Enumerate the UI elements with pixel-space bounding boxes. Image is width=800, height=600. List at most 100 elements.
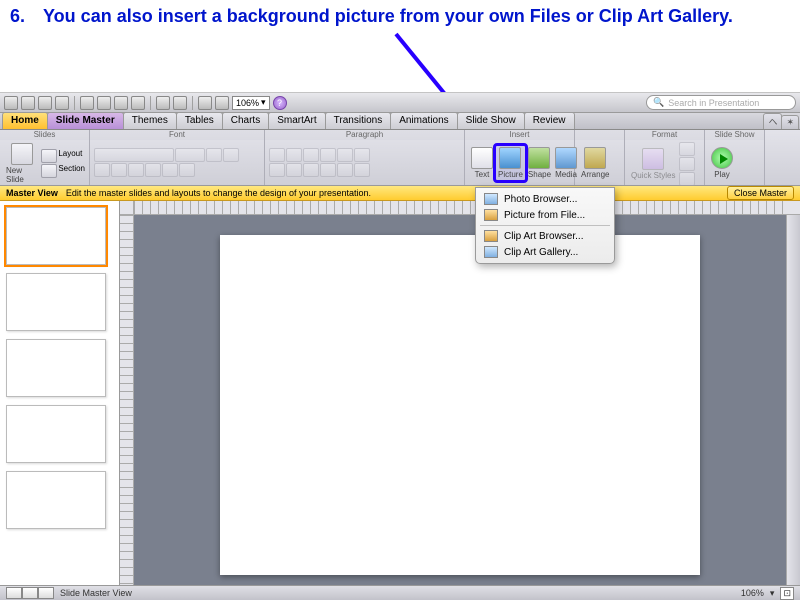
ribbon-tab-bar: Home Slide Master Themes Tables Charts S… — [0, 113, 800, 130]
paste-icon[interactable] — [114, 96, 128, 110]
indent-more-button[interactable] — [320, 148, 336, 162]
align-right-button[interactable] — [303, 163, 319, 177]
undo-icon[interactable] — [156, 96, 170, 110]
ribbon-group-insert: Insert Text Picture Shape Media — [465, 130, 575, 185]
status-zoom-label: 106% — [741, 588, 764, 598]
horizontal-ruler[interactable] — [134, 201, 786, 215]
share-icon[interactable] — [215, 96, 229, 110]
redo-icon[interactable] — [173, 96, 187, 110]
menu-clip-art-browser[interactable]: Clip Art Browser... — [476, 228, 614, 244]
indent-less-button[interactable] — [303, 148, 319, 162]
grow-font-button[interactable] — [206, 148, 222, 162]
tab-themes[interactable]: Themes — [123, 112, 177, 129]
slideshow-view-button[interactable] — [38, 587, 54, 599]
collapse-ribbon-icon[interactable]: ヘ — [763, 113, 782, 129]
save-icon[interactable] — [38, 96, 52, 110]
italic-button[interactable] — [111, 163, 127, 177]
columns-button[interactable] — [337, 163, 353, 177]
thumbnail-layout-3[interactable] — [6, 405, 106, 463]
quick-styles-button[interactable]: Quick Styles — [629, 147, 677, 181]
fill-button[interactable] — [679, 142, 695, 156]
thumbnail-master[interactable] — [6, 207, 106, 265]
numbering-button[interactable] — [286, 148, 302, 162]
font-color-button[interactable] — [162, 163, 178, 177]
tab-slide-master[interactable]: Slide Master — [47, 112, 124, 129]
tab-tables[interactable]: Tables — [176, 112, 223, 129]
master-view-infobar: Master View Edit the master slides and l… — [0, 186, 800, 201]
slide-canvas-area[interactable] — [134, 215, 786, 585]
group-title-paragraph: Paragraph — [265, 130, 464, 140]
align-left-button[interactable] — [269, 163, 285, 177]
shrink-font-button[interactable] — [223, 148, 239, 162]
instruction-body: You can also insert a background picture… — [43, 6, 733, 26]
menu-picture-from-file[interactable]: Picture from File... — [476, 207, 614, 223]
picture-dropdown-menu: Photo Browser... Picture from File... Cl… — [475, 187, 615, 264]
text-direction-button[interactable] — [354, 148, 370, 162]
close-master-button[interactable]: Close Master — [727, 186, 794, 200]
group-title-slides: Slides — [0, 130, 89, 140]
slide-thumbnail-panel[interactable] — [0, 201, 120, 585]
bullets-button[interactable] — [269, 148, 285, 162]
tab-animations[interactable]: Animations — [390, 112, 457, 129]
tab-home[interactable]: Home — [2, 112, 48, 129]
search-icon: 🔍 — [653, 97, 664, 108]
tab-slide-show[interactable]: Slide Show — [457, 112, 525, 129]
thumbnail-layout-2[interactable] — [6, 339, 106, 397]
show-icon[interactable] — [198, 96, 212, 110]
format-painter-icon[interactable] — [131, 96, 145, 110]
slide-master-canvas[interactable] — [220, 235, 700, 575]
zoom-field[interactable]: 106%▾ — [232, 96, 270, 110]
tab-smartart[interactable]: SmartArt — [268, 112, 325, 129]
ribbon-group-paragraph: Paragraph — [265, 130, 465, 185]
normal-view-button[interactable] — [6, 587, 22, 599]
arrange-button[interactable]: Arrange — [579, 146, 611, 180]
copy-icon[interactable] — [97, 96, 111, 110]
underline-button[interactable] — [128, 163, 144, 177]
cut-icon[interactable] — [80, 96, 94, 110]
zoom-value: 106% — [236, 98, 259, 108]
tab-review[interactable]: Review — [524, 112, 575, 129]
section-button[interactable] — [41, 164, 57, 178]
thumbnail-layout-4[interactable] — [6, 471, 106, 529]
thumbnail-layout-1[interactable] — [6, 273, 106, 331]
print-icon[interactable] — [55, 96, 69, 110]
fit-button[interactable]: ⊡ — [780, 587, 794, 600]
zoom-out-button[interactable]: ▾ — [770, 588, 775, 599]
sorter-view-button[interactable] — [22, 587, 38, 599]
line-spacing-button[interactable] — [337, 148, 353, 162]
group-title-font: Font — [90, 130, 264, 140]
picture-button[interactable]: Picture — [496, 146, 525, 180]
shape-button[interactable]: Shape — [526, 146, 553, 180]
new-slide-button[interactable]: New Slide — [4, 142, 39, 185]
tab-transitions[interactable]: Transitions — [325, 112, 392, 129]
view-switcher — [6, 587, 54, 599]
ruler-corner — [120, 201, 134, 215]
ribbon-options-icon[interactable]: ✶ — [781, 115, 799, 129]
open-icon[interactable] — [21, 96, 35, 110]
infobar-lead: Master View — [6, 188, 58, 198]
align-center-button[interactable] — [286, 163, 302, 177]
highlight-button[interactable] — [179, 163, 195, 177]
search-input[interactable]: 🔍Search in Presentation — [646, 95, 796, 110]
font-family-dropdown[interactable] — [94, 148, 174, 162]
strike-button[interactable] — [145, 163, 161, 177]
file-icon[interactable] — [4, 96, 18, 110]
ribbon-group-slides: Slides New Slide Layout Section — [0, 130, 90, 185]
text-box-button[interactable]: Text — [469, 146, 495, 180]
help-icon[interactable]: ? — [273, 96, 287, 110]
clipart-gallery-icon — [484, 246, 498, 258]
vertical-ruler[interactable] — [120, 215, 134, 585]
line-button[interactable] — [679, 157, 695, 171]
align-text-button[interactable] — [354, 163, 370, 177]
menu-clip-art-gallery[interactable]: Clip Art Gallery... — [476, 244, 614, 260]
vertical-scrollbar[interactable] — [786, 215, 800, 585]
bold-button[interactable] — [94, 163, 110, 177]
justify-button[interactable] — [320, 163, 336, 177]
layout-button[interactable] — [41, 149, 57, 163]
font-size-dropdown[interactable] — [175, 148, 205, 162]
ribbon: Slides New Slide Layout Section Font Par… — [0, 130, 800, 186]
play-button[interactable]: Play — [709, 146, 735, 180]
menu-photo-browser[interactable]: Photo Browser... — [476, 191, 614, 207]
tab-charts[interactable]: Charts — [222, 112, 269, 129]
effects-button[interactable] — [679, 172, 695, 186]
